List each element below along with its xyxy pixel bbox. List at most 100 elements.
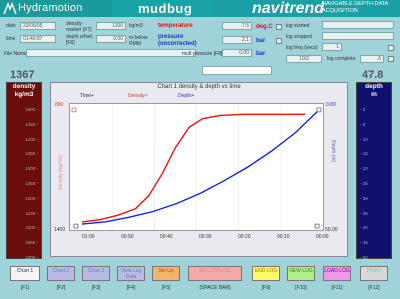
log-stopped-field xyxy=(322,32,394,40)
y-left-bottom: 1400 xyxy=(54,227,66,233)
fkey-button-10[interactable]: PRINT xyxy=(360,266,388,281)
file-name-label: File Name xyxy=(4,51,27,57)
temperature-label: temperature xyxy=(158,23,193,29)
y-left-top: 880 xyxy=(55,102,64,108)
depth-value: 47.8 xyxy=(362,69,384,81)
chart-plot-area[interactable] xyxy=(69,103,324,231)
date-field: 23/05/05 xyxy=(20,22,56,30)
x-tick-label: 00:30 xyxy=(199,234,212,240)
density-marker-label: density marker [F7] xyxy=(66,21,92,33)
gauge-tick: 1000 - xyxy=(25,255,38,260)
fkey-label-1: [F1] xyxy=(20,285,30,291)
legend-time: Time+ xyxy=(80,93,94,99)
gauge-tick: 1400 - xyxy=(25,136,38,142)
mult-pressure-field[interactable]: 0.00 xyxy=(222,49,252,57)
legend-depth: Depth+ xyxy=(178,93,195,99)
chart-handle[interactable] xyxy=(314,223,320,229)
x-tick-label: 00:20 xyxy=(238,234,251,240)
y-left-label: Density (kg/m3) xyxy=(58,154,64,190)
mult-pressure-unit: bar xyxy=(256,51,266,57)
gauge-tick: - 20 xyxy=(360,166,368,172)
gauge-tick: - 5 xyxy=(360,121,366,127)
depth-gauge-unit: m xyxy=(371,91,377,98)
fkey-label-5: [F5] xyxy=(161,285,171,291)
gauge-tick: - 10 xyxy=(360,136,368,142)
density-marker-unit: kg/m3 xyxy=(129,23,143,29)
gauge-tick: 1250 - xyxy=(25,181,38,186)
y-right-bottom: 50.00 xyxy=(325,227,338,233)
fkey-button-5[interactable]: Set Up xyxy=(152,266,180,281)
x-tick-label: 00:50 xyxy=(121,234,134,240)
fkey-button-2[interactable]: Chart 2 xyxy=(47,266,75,281)
pressure-field: 2.1 xyxy=(222,36,252,44)
log-freq-checkbox[interactable] xyxy=(388,45,394,51)
file-name-field[interactable] xyxy=(26,49,196,57)
legend-density: Density+ xyxy=(128,93,148,99)
x-tick-label: 01:00 xyxy=(82,234,95,240)
log-stopped-label: log stopped xyxy=(286,34,312,40)
chart-handle[interactable] xyxy=(316,107,322,113)
depth-series-line xyxy=(81,109,320,225)
density-series-line xyxy=(81,113,306,223)
depth-offset-field[interactable]: 0.00 xyxy=(96,35,126,43)
gauge-tick: - 0 xyxy=(360,107,366,112)
temperature-checkbox[interactable] xyxy=(276,24,282,30)
log-complete-label: log complete xyxy=(327,56,356,62)
fkey-button-8[interactable]: NEW LOG xyxy=(287,266,315,281)
gauge-tick: - 40 xyxy=(360,225,368,231)
gauge-tick: - 50 xyxy=(360,255,368,260)
density-gauge: density kg/m3 1500 - 1450 - 1400 - 1350 - 13… xyxy=(6,82,42,260)
gauge-tick: - 15 xyxy=(360,151,368,157)
density-gauge-title: density xyxy=(12,83,36,90)
temperature-unit: deg.C xyxy=(256,24,273,30)
fkey-label-8: [F10] xyxy=(295,285,307,291)
log-freq-field[interactable]: 1 xyxy=(322,43,342,51)
gauge-tick: 1100 - xyxy=(25,225,38,231)
fkey-button-6[interactable]: REC / PAUSE xyxy=(188,266,242,281)
fkey-button-1[interactable]: Chart 1 xyxy=(10,266,40,281)
depth-offset-unit: m below RMM xyxy=(129,35,148,47)
log-freq-select[interactable]: 10/2 xyxy=(286,55,322,63)
chart-title: Chart 1 density & depth vs time xyxy=(157,84,241,90)
density-marker-field[interactable]: 1100 xyxy=(96,22,126,30)
fkey-label-7: [F9] xyxy=(261,285,271,291)
x-tick-label: 00:40 xyxy=(160,234,173,240)
fkey-label-3: [F3] xyxy=(91,285,101,291)
gauge-tick: 1500 - xyxy=(25,107,38,112)
time-label: time xyxy=(6,36,16,42)
pressure-unit: bar xyxy=(256,38,266,44)
gauge-tick: - 45 xyxy=(360,240,368,246)
time-field: 01:40:07 xyxy=(20,35,56,43)
chart-handle[interactable] xyxy=(73,223,79,229)
hydramotion-name: Hydramotion xyxy=(18,2,83,14)
density-value: 1367 xyxy=(10,69,35,81)
brand-subtitle: NAVIGABLE DEPTH DATA ACQUISITION xyxy=(322,1,389,14)
log-complete-checkbox[interactable] xyxy=(388,56,394,62)
gauge-tick: 1300 - xyxy=(25,166,38,172)
depth-gauge-title: depth xyxy=(365,83,383,90)
gauge-tick: 1150 - xyxy=(25,210,38,216)
chart-handle[interactable] xyxy=(71,107,77,113)
fkey-label-10: [F12] xyxy=(368,285,380,291)
gauge-tick: 1200 - xyxy=(25,195,38,201)
y-right-label: Depth (m) xyxy=(330,140,336,163)
app-name: mudbug xyxy=(138,1,193,16)
gauge-tick: - 30 xyxy=(360,195,368,201)
gauge-tick: - 35 xyxy=(360,210,368,216)
depth-gauge: depth m - 0 - 5 - 10 - 15 - 20 - 25 - 30 - 35 - … xyxy=(356,82,392,260)
fkey-button-7[interactable]: END LOG xyxy=(252,266,280,281)
brand-name: navitrend xyxy=(252,0,325,17)
x-tick-label: 00:00 xyxy=(316,234,329,240)
mult-pressure-label: mult pressure [F8] xyxy=(182,51,223,57)
pressure-checkbox[interactable] xyxy=(276,38,282,44)
fkey-button-9[interactable]: LOAD LOG xyxy=(323,266,351,281)
gauge-tick: 1350 - xyxy=(25,151,38,157)
log-freq-label: log freq (secs) xyxy=(286,45,318,51)
fkey-label-2: [F2] xyxy=(56,285,66,291)
fkey-label-4: [F4] xyxy=(126,285,136,291)
fkey-button-3[interactable]: Chart 3 xyxy=(82,266,110,281)
fkey-button-4[interactable]: View Log Data xyxy=(117,266,145,281)
pressure-label: pressure (uncorrected) xyxy=(158,34,197,47)
gauge-tick: 1450 - xyxy=(25,121,38,127)
gauge-tick: 1050 - xyxy=(25,240,38,246)
